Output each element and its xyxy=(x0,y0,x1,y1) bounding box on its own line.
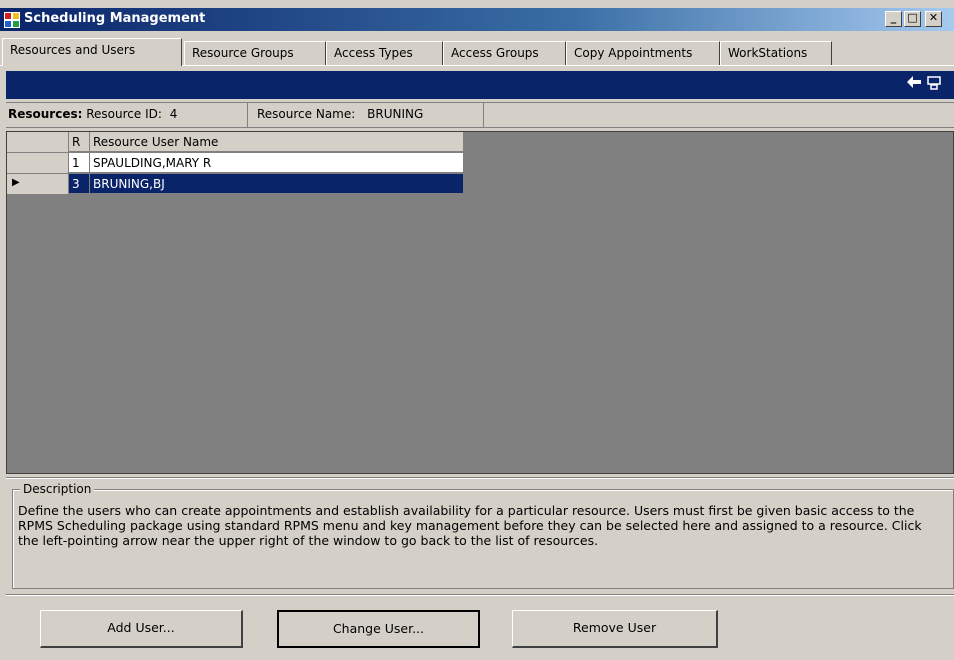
resource-name-cell: Resource Name: BRUNING xyxy=(249,103,484,127)
resource-id-value: 4 xyxy=(169,107,178,121)
tab-workstations[interactable]: WorkStations xyxy=(720,41,832,65)
resource-name-value: BRUNING xyxy=(367,107,424,121)
tab-access-types[interactable]: Access Types xyxy=(326,41,443,65)
tab-resources-and-users[interactable]: Resources and Users xyxy=(2,38,182,66)
remove-user-button[interactable]: Remove User xyxy=(512,610,718,648)
resource-id-cell: Resources: Resource ID: 4 xyxy=(6,103,248,127)
row-header-current[interactable]: ▶ xyxy=(7,174,69,195)
description-legend: Description xyxy=(20,482,95,496)
column-header-r[interactable]: R xyxy=(69,132,90,152)
table-row-id[interactable]: 3 xyxy=(69,174,90,194)
window-title: Scheduling Management xyxy=(24,11,206,26)
resource-id-label: Resource ID: xyxy=(86,107,162,121)
tab-resource-groups[interactable]: Resource Groups xyxy=(184,41,326,65)
tab-access-groups[interactable]: Access Groups xyxy=(443,41,566,65)
print-icon[interactable] xyxy=(927,76,941,90)
add-user-button[interactable]: Add User... xyxy=(40,610,243,648)
divider xyxy=(6,477,954,479)
change-user-button[interactable]: Change User... xyxy=(277,610,480,648)
tab-copy-appointments[interactable]: Copy Appointments xyxy=(566,41,720,65)
column-header-resource-user-name[interactable]: Resource User Name xyxy=(90,132,464,152)
table-row-name[interactable]: BRUNING,BJ xyxy=(90,174,464,194)
table-row-id[interactable]: 1 xyxy=(69,153,90,173)
resource-name-label: Resource Name: xyxy=(257,107,356,121)
row-header[interactable] xyxy=(7,153,69,174)
maximize-button[interactable]: □ xyxy=(904,11,921,27)
divider xyxy=(6,594,954,596)
title-bar[interactable]: Scheduling Management _ □ ✕ xyxy=(0,8,954,31)
resources-label: Resources: xyxy=(8,107,83,121)
back-arrow-icon[interactable] xyxy=(906,75,922,93)
grid-corner-header xyxy=(7,132,69,153)
resource-users-grid[interactable]: R Resource User Name 1 SPAULDING,MARY R … xyxy=(6,131,954,474)
minimize-button[interactable]: _ xyxy=(885,11,902,27)
table-row-name[interactable]: SPAULDING,MARY R xyxy=(90,153,464,173)
app-icon xyxy=(4,12,20,28)
resource-info-bar: Resources: Resource ID: 4 Resource Name:… xyxy=(6,102,954,128)
current-row-icon: ▶ xyxy=(12,177,20,188)
navigation-toolbar xyxy=(6,71,954,99)
close-button[interactable]: ✕ xyxy=(925,11,942,27)
description-text: Define the users who can create appointm… xyxy=(18,503,922,548)
